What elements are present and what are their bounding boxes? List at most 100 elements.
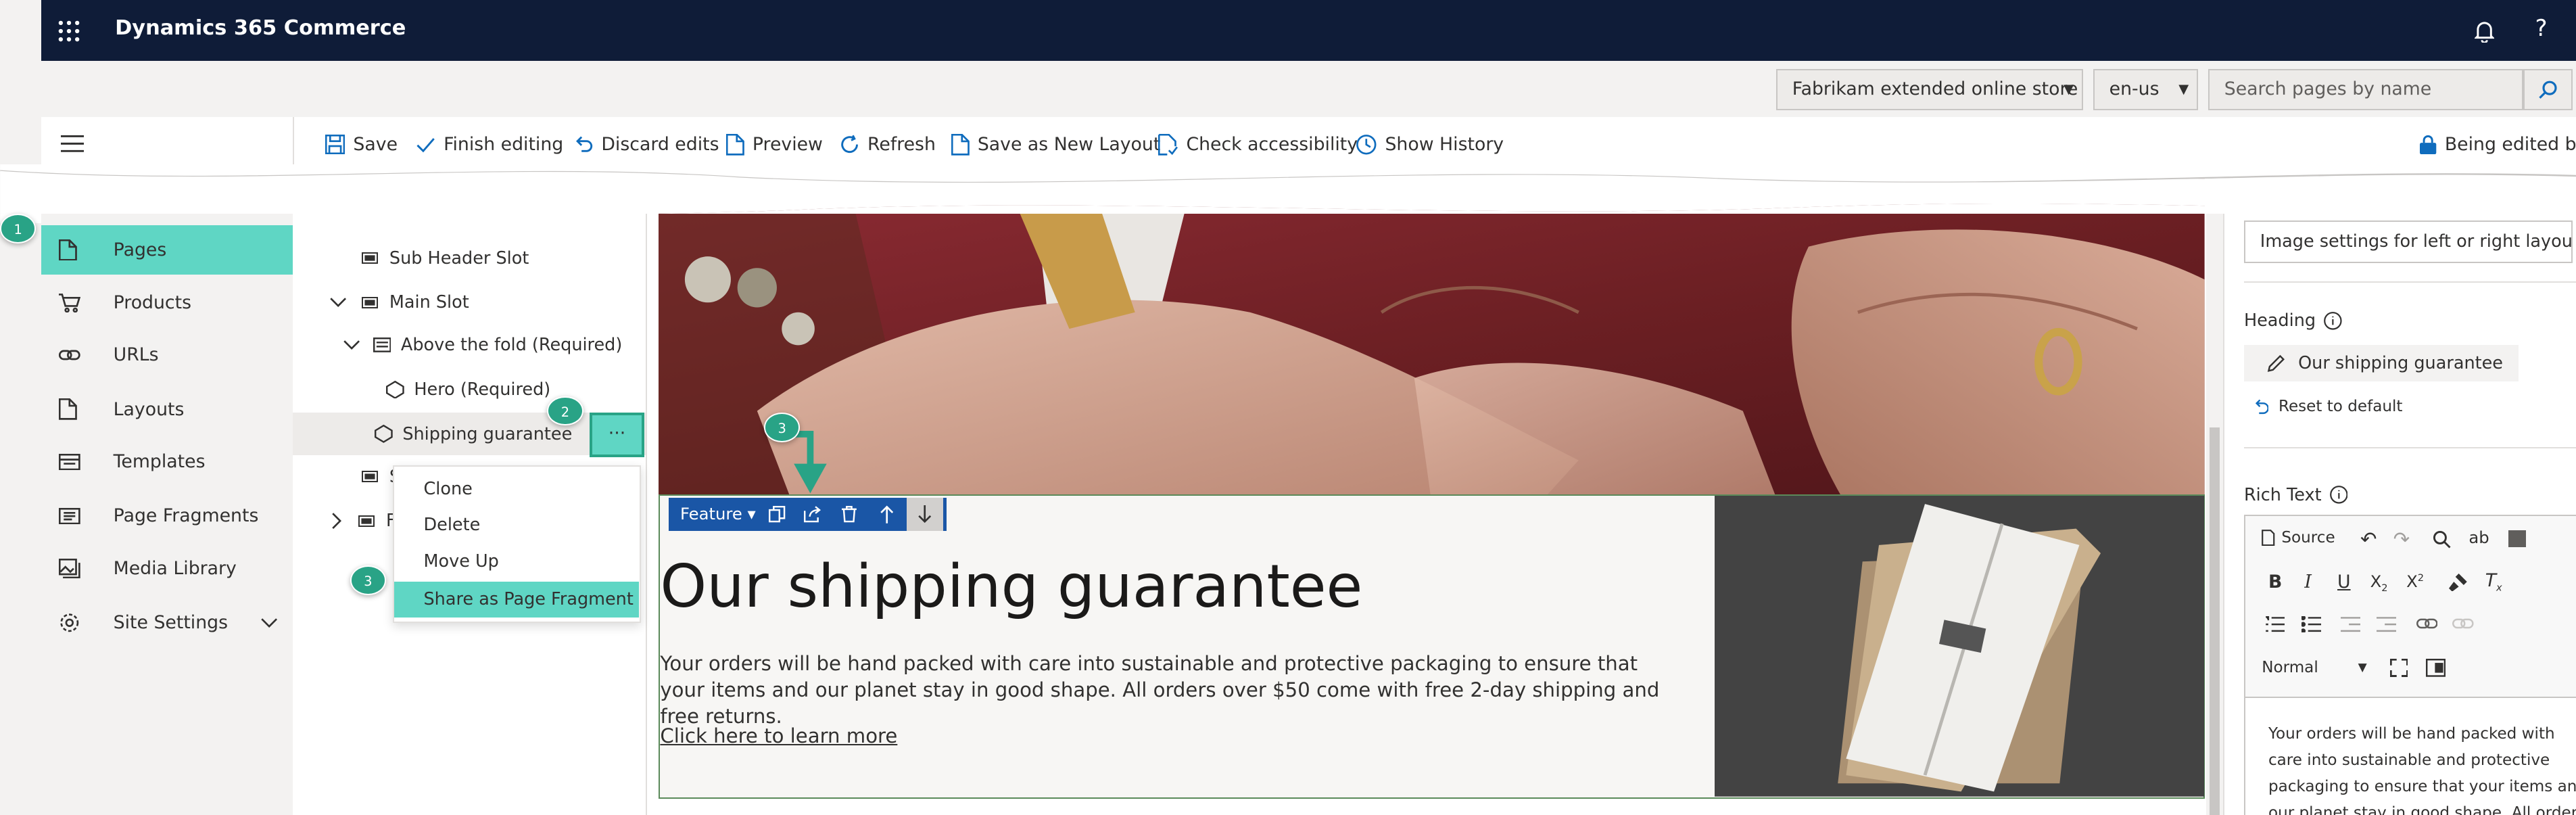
nav-item-templates[interactable]: Templates <box>41 437 293 486</box>
chevron-down-icon[interactable] <box>343 340 360 350</box>
feature-dropdown[interactable]: Feature ▾ <box>680 498 756 531</box>
menu-item-share-as-page-fragment[interactable]: Share as Page Fragment <box>393 581 639 618</box>
heading-label: Heading <box>2244 310 2342 331</box>
tree-item-main-slot[interactable]: Main Slot <box>330 286 469 319</box>
save-icon <box>325 135 345 155</box>
link-insert-icon[interactable] <box>2416 616 2438 631</box>
slot-icon <box>358 515 375 527</box>
module-icon <box>386 380 404 399</box>
info-icon[interactable] <box>2329 486 2348 505</box>
nav-item-pages[interactable]: Pages <box>41 225 293 275</box>
hamburger-menu-icon[interactable] <box>60 135 84 153</box>
menu-item-delete[interactable]: Delete <box>394 507 639 543</box>
menu-item-move-up[interactable]: Move Up <box>394 544 639 580</box>
source-button[interactable]: Source <box>2262 529 2335 546</box>
fragment-icon <box>59 507 81 525</box>
tree-item-hero[interactable]: Hero (Required) <box>386 373 550 406</box>
callout-badge-1: 1 <box>0 213 37 243</box>
properties-panel: Image settings for left or right layout.… <box>2222 213 2576 815</box>
rich-text-editor[interactable]: Source ↶ ↷ ab B I U X2 X2 Tx Normal ▼ Yo… <box>2243 514 2576 815</box>
undo-button[interactable]: ↶ <box>2360 528 2377 551</box>
callout-arrow <box>786 430 843 500</box>
site-select[interactable]: Fabrikam extended online store ▼ <box>1775 69 2084 110</box>
tree-item-collapsed-partial[interactable]: F <box>332 505 396 538</box>
chevron-down-icon: ▼ <box>2064 81 2074 97</box>
chevron-down-icon[interactable] <box>261 618 278 628</box>
menu-item-clone[interactable]: Clone <box>394 471 639 507</box>
reset-to-default-link[interactable]: Reset to default <box>2254 398 2402 415</box>
slot-icon <box>361 471 378 483</box>
find-icon[interactable] <box>2433 530 2451 549</box>
nav-item-products[interactable]: Products <box>41 278 293 327</box>
chevron-down-icon[interactable] <box>330 298 347 308</box>
template-icon <box>59 453 81 470</box>
tree-item-above-the-fold[interactable]: Above the fold (Required) <box>343 329 622 362</box>
chevron-down-icon: ▼ <box>2358 660 2367 674</box>
app-launcher-icon[interactable] <box>57 20 80 43</box>
maximize-icon[interactable] <box>2389 658 2408 677</box>
format-select[interactable]: Normal ▼ <box>2262 654 2367 682</box>
callout-badge-2: 2 <box>547 396 583 426</box>
history-icon <box>1356 135 1377 155</box>
source-icon <box>2262 529 2275 546</box>
clear-format-button[interactable]: Tx <box>2485 570 2502 593</box>
nav-item-layouts[interactable]: Layouts <box>41 385 293 434</box>
search-input[interactable]: Search pages by name <box>2208 69 2524 110</box>
unlink-icon[interactable] <box>2452 616 2474 631</box>
info-icon[interactable] <box>2324 312 2342 330</box>
nav-item-media-library[interactable]: Media Library <box>41 544 293 593</box>
nav-item-urls[interactable]: URLs <box>41 330 293 379</box>
layout-document-icon <box>951 134 970 156</box>
nav-item-site-settings[interactable]: Site Settings <box>41 599 293 648</box>
learn-more-link[interactable]: Click here to learn more <box>660 724 897 747</box>
redo-button[interactable]: ↷ <box>2393 528 2410 551</box>
copy-button[interactable] <box>759 498 795 531</box>
numbered-list-icon[interactable] <box>2265 615 2285 632</box>
move-down-button[interactable] <box>907 498 943 531</box>
chevron-right-icon[interactable] <box>332 513 342 530</box>
chevron-down-icon: ▼ <box>2178 81 2189 97</box>
document-icon <box>726 134 744 156</box>
share-button[interactable] <box>795 498 831 531</box>
format-painter-icon[interactable] <box>2449 573 2467 592</box>
tree-item-sub-header-slot[interactable]: Sub Header Slot <box>361 241 529 275</box>
outdent-icon[interactable] <box>2340 616 2361 632</box>
image-settings-dropdown[interactable]: Image settings for left or right layout.… <box>2243 220 2573 263</box>
rte-content[interactable]: Your orders will be hand packed with car… <box>2268 721 2576 815</box>
undo-icon <box>576 136 593 152</box>
underline-button[interactable]: U <box>2337 572 2351 592</box>
hero-image <box>659 213 2205 496</box>
show-blocks-icon[interactable] <box>2426 658 2446 677</box>
subscript-button[interactable]: X2 <box>2370 572 2388 594</box>
replace-icon[interactable]: ab <box>2468 528 2489 547</box>
more-options-button[interactable]: ··· <box>590 412 644 457</box>
feature-heading: Our shipping guarantee <box>660 552 1363 622</box>
pencil-icon <box>2267 354 2285 372</box>
arrow-up-icon <box>880 505 894 523</box>
rich-text-label: Rich Text <box>2244 485 2348 505</box>
bold-button[interactable]: B <box>2268 572 2282 592</box>
callout-badge-3-canvas: 3 <box>763 412 801 442</box>
locale-select-value: en-us <box>2109 78 2160 100</box>
reset-icon <box>2255 399 2269 414</box>
help-icon[interactable]: ? <box>2535 15 2547 42</box>
slot-icon <box>361 252 378 264</box>
bulleted-list-icon[interactable] <box>2301 615 2321 633</box>
template-insert-icon[interactable] <box>2508 530 2527 547</box>
move-up-button[interactable] <box>869 498 905 531</box>
indent-icon[interactable] <box>2377 616 2397 632</box>
canvas-scrollbar[interactable] <box>2206 213 2223 815</box>
refresh-icon <box>840 135 858 154</box>
nav-item-page-fragments[interactable]: Page Fragments <box>41 492 293 541</box>
italic-button[interactable]: I <box>2304 572 2312 592</box>
cart-icon <box>59 293 81 312</box>
copy-icon <box>769 506 786 523</box>
tree-item-shipping-guarantee[interactable]: Shipping guarantee <box>375 417 572 450</box>
delete-button[interactable] <box>832 498 867 531</box>
notification-bell-icon[interactable] <box>2474 20 2494 43</box>
superscript-button[interactable]: X2 <box>2406 572 2424 591</box>
feature-module[interactable]: Our shipping guarantee Your orders will … <box>659 494 2205 799</box>
search-button[interactable] <box>2523 69 2573 110</box>
heading-edit-button[interactable]: Our shipping guarantee <box>2243 345 2519 381</box>
locale-select[interactable]: en-us ▼ <box>2093 69 2199 110</box>
